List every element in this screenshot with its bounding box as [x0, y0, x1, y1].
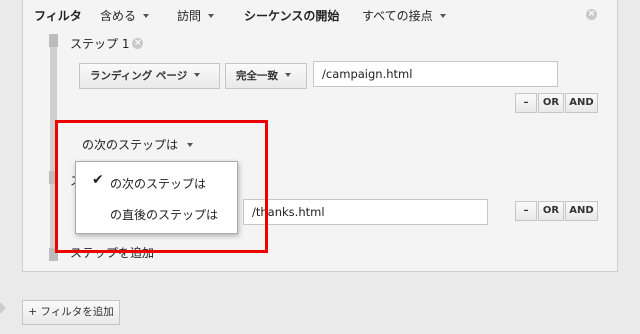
add-filter-button[interactable]: + フィルタを追加 — [22, 300, 120, 325]
scope-dropdown[interactable]: 訪問 — [177, 7, 215, 24]
step-marker — [49, 34, 58, 47]
step-1-value-input[interactable]: /campaign.html — [313, 61, 558, 87]
chevron-down-icon — [208, 13, 215, 18]
chevron-down-icon — [439, 13, 446, 18]
include-dropdown[interactable]: 含める — [100, 7, 150, 24]
sequence-start-value: すべての接点 — [362, 9, 433, 23]
step-2-value-input[interactable]: /thanks.html — [243, 199, 488, 225]
step-1-label: ステップ 1 × — [70, 37, 144, 51]
remove-condition-button[interactable]: – — [515, 201, 537, 221]
left-arrow-icon — [0, 302, 6, 314]
dimension-value: ランディング ページ — [90, 70, 188, 82]
match-type-value: 完全一致 — [236, 70, 278, 82]
or-button[interactable]: OR — [538, 201, 564, 221]
and-button[interactable]: AND — [565, 201, 598, 221]
sequence-start-dropdown[interactable]: すべての接点 — [362, 7, 446, 24]
chevron-down-icon — [194, 73, 201, 77]
scope-label: 訪問 — [177, 9, 202, 23]
chevron-down-icon — [143, 13, 150, 18]
remove-condition-button[interactable]: – — [515, 93, 537, 113]
dimension-dropdown[interactable]: ランディング ページ — [79, 63, 220, 89]
remove-step-icon[interactable]: × — [132, 38, 144, 49]
chevron-down-icon — [285, 73, 291, 77]
filter-title: フィルタ — [34, 9, 82, 23]
close-icon[interactable]: × — [586, 9, 597, 20]
or-button[interactable]: OR — [538, 93, 564, 113]
and-button[interactable]: AND — [565, 93, 598, 113]
match-type-dropdown[interactable]: 完全一致 — [225, 63, 307, 89]
highlight-box — [55, 120, 268, 253]
include-label: 含める — [100, 9, 137, 23]
sequence-start-label: シーケンスの開始 — [244, 9, 340, 23]
